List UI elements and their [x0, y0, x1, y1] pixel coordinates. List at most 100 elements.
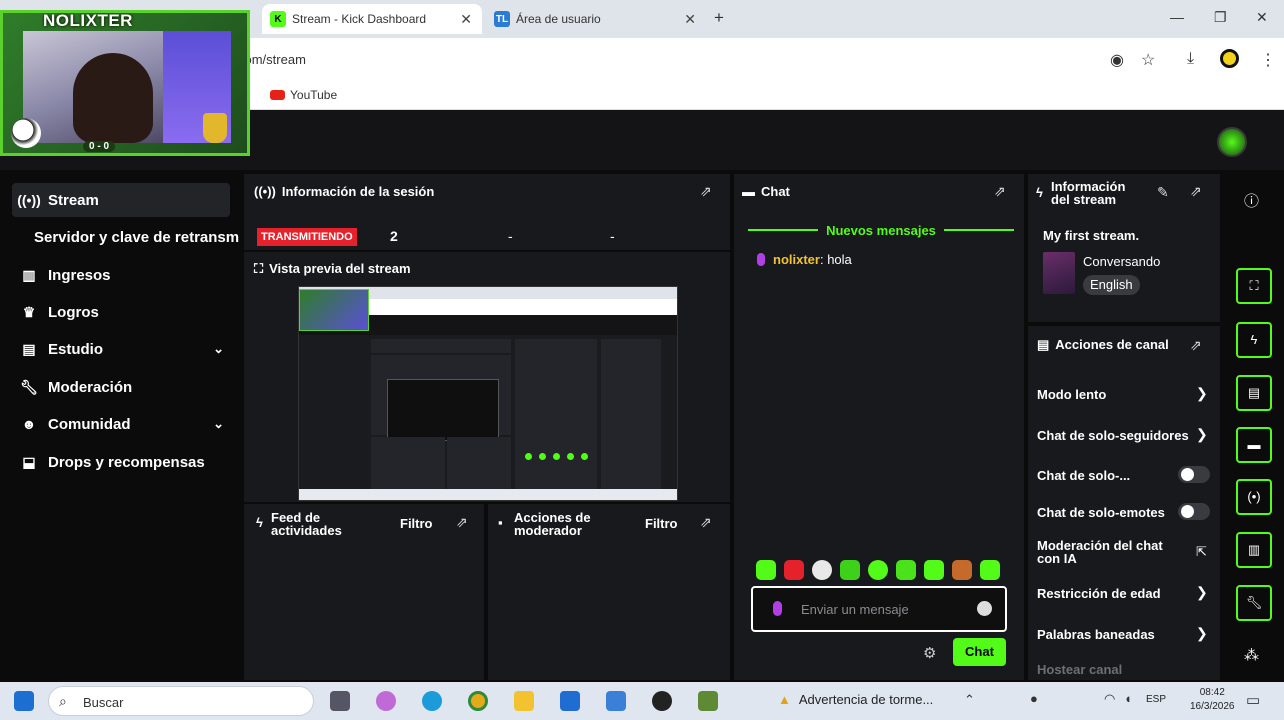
broadcast-rail-icon[interactable]: (•): [1236, 479, 1272, 515]
emotes-only-toggle[interactable]: [1178, 503, 1210, 520]
action-slow-mode[interactable]: Modo lento: [1037, 387, 1213, 402]
chrome-icon[interactable]: [468, 691, 488, 711]
star-icon[interactable]: ☆: [1141, 50, 1155, 70]
popout-icon[interactable]: ⇗: [700, 514, 712, 531]
channel-rail-icon[interactable]: ▥: [1236, 532, 1272, 568]
action-age-restriction[interactable]: Restricción de edad: [1037, 586, 1213, 601]
language-indicator[interactable]: ESP: [1146, 694, 1166, 705]
popout-icon[interactable]: ⇗: [1190, 337, 1202, 354]
store-icon[interactable]: [560, 691, 580, 711]
minecraft-icon[interactable]: [698, 691, 718, 711]
sidebar-item-drops[interactable]: ⬓ Drops y recompensas: [12, 445, 230, 479]
sidebar-item-stream[interactable]: ((•)) Stream: [12, 183, 230, 217]
weather-alert[interactable]: ▲ Advertencia de torme...: [778, 692, 933, 707]
edge-icon[interactable]: [422, 691, 442, 711]
action-ai-moderation[interactable]: Moderación del chat con IA: [1037, 539, 1213, 565]
obs-icon[interactable]: [652, 691, 672, 711]
taskbar-search[interactable]: ⌕ Buscar: [48, 686, 314, 716]
chevron-down-icon[interactable]: ⌄: [213, 341, 224, 357]
popout-icon[interactable]: ⇗: [456, 514, 468, 531]
popout-icon[interactable]: ⇗: [700, 183, 712, 200]
wifi-icon[interactable]: ◠: [1104, 691, 1115, 707]
chevron-right-icon[interactable]: ❯: [1196, 584, 1208, 601]
overlay-score: 0 - 0: [83, 141, 116, 152]
preview-panel: [371, 437, 445, 489]
category-name[interactable]: Conversando: [1083, 254, 1160, 269]
wrench-rail-icon[interactable]: 🔧︎: [1236, 585, 1272, 621]
sidebar-item-label: Servidor y clave de retransm: [34, 228, 240, 246]
category-thumbnail[interactable]: [1043, 252, 1075, 294]
chat-username[interactable]: nolixter: [773, 252, 820, 267]
copilot-icon[interactable]: [376, 691, 396, 711]
action-host-channel[interactable]: Hostear canal: [1037, 662, 1213, 677]
emoji-icon[interactable]: [977, 601, 992, 616]
file-explorer-icon[interactable]: [514, 691, 534, 711]
subs-only-toggle[interactable]: [1178, 466, 1210, 483]
stream-preview-video[interactable]: [298, 286, 678, 501]
emote-icon[interactable]: [980, 560, 1000, 580]
sidebar-item-comunidad[interactable]: ☻ Comunidad ⌄: [12, 407, 230, 441]
sidebar-item-estudio[interactable]: ▤ Estudio ⌄: [12, 332, 230, 366]
close-tab-icon[interactable]: ✕: [460, 11, 472, 28]
tab-kick-dashboard[interactable]: K Stream - Kick Dashboard ✕: [262, 4, 482, 34]
menu-icon[interactable]: ⋮: [1260, 50, 1276, 70]
chevron-right-icon[interactable]: ❯: [1196, 426, 1208, 443]
mic-icon[interactable]: ●: [1030, 691, 1038, 706]
clock[interactable]: 08:42 16/3/2026: [1190, 686, 1235, 714]
emote-icon[interactable]: [812, 560, 832, 580]
outlook-icon[interactable]: [606, 691, 626, 711]
emote-icon[interactable]: [756, 560, 776, 580]
chevron-down-icon[interactable]: ⌄: [213, 416, 224, 432]
chat-input[interactable]: Enviar un mensaje: [751, 586, 1007, 632]
emote-icon[interactable]: [924, 560, 944, 580]
sidebar-item-label: Stream: [48, 191, 99, 209]
session-title-label: Información de la sesión: [281, 184, 435, 199]
chevron-right-icon[interactable]: ❯: [1196, 625, 1208, 642]
user-avatar[interactable]: [1217, 127, 1247, 157]
emote-icon[interactable]: [784, 560, 804, 580]
preview-rail-icon[interactable]: ⛶: [1236, 268, 1272, 304]
emote-icon[interactable]: [896, 560, 916, 580]
emote-icon[interactable]: [840, 560, 860, 580]
eye-off-icon[interactable]: ◉: [1110, 50, 1124, 70]
notes-rail-icon[interactable]: ▤: [1236, 375, 1272, 411]
sidebar-item-ingresos[interactable]: ▥ Ingresos: [12, 258, 230, 292]
volume-icon[interactable]: ◖: [1124, 691, 1132, 706]
action-followers-only[interactable]: Chat de solo-seguidores: [1037, 428, 1189, 443]
mod-filter-button[interactable]: Filtro: [645, 516, 678, 531]
close-tab-icon[interactable]: ✕: [684, 11, 696, 28]
minimize-icon[interactable]: —: [1170, 9, 1184, 25]
mod-panel-title: ▪ Acciones de moderador: [498, 511, 591, 537]
sidebar-item-logros[interactable]: ♛ Logros: [12, 295, 230, 329]
send-chat-button[interactable]: Chat: [953, 638, 1006, 666]
windows-start-icon[interactable]: [14, 691, 34, 711]
more-icon[interactable]: ⁂: [1244, 646, 1259, 664]
bookmark-youtube[interactable]: YouTube: [270, 88, 337, 102]
external-link-icon[interactable]: ⇱: [1196, 544, 1207, 560]
new-tab-icon[interactable]: +: [714, 8, 724, 28]
sidebar-item-moderacion[interactable]: 🔧︎ Moderación: [12, 370, 230, 404]
profile-icon[interactable]: [1220, 49, 1239, 68]
tab-area-usuario[interactable]: TL Área de usuario ✕: [486, 4, 706, 34]
notification-icon[interactable]: ▭: [1246, 691, 1260, 709]
lightning-rail-icon[interactable]: ϟ: [1236, 322, 1272, 358]
maximize-icon[interactable]: ❐: [1214, 9, 1227, 26]
pencil-icon[interactable]: ✎: [1157, 184, 1169, 201]
chevron-right-icon[interactable]: ❯: [1196, 385, 1208, 402]
info-icon[interactable]: ⓘ: [1244, 190, 1259, 211]
task-view-icon[interactable]: [330, 691, 350, 711]
download-icon[interactable]: ⤓: [1187, 50, 1194, 68]
popout-icon[interactable]: ⇗: [994, 183, 1006, 200]
popout-icon[interactable]: ⇗: [1190, 183, 1202, 200]
feed-filter-button[interactable]: Filtro: [400, 516, 433, 531]
emote-icon[interactable]: [868, 560, 888, 580]
sidebar-item-server-key[interactable]: Servidor y clave de retransm: [34, 220, 240, 254]
new-messages-divider[interactable]: Nuevos mensajes: [748, 222, 1014, 238]
emote-icon[interactable]: [952, 560, 972, 580]
action-banned-words[interactable]: Palabras baneadas: [1037, 627, 1213, 642]
chat-rail-icon[interactable]: ▬: [1236, 427, 1272, 463]
close-window-icon[interactable]: ✕: [1256, 9, 1268, 26]
chevron-up-icon[interactable]: ⌃: [964, 692, 975, 708]
gear-icon[interactable]: ⚙: [923, 644, 936, 662]
preview-dot: [567, 453, 574, 460]
